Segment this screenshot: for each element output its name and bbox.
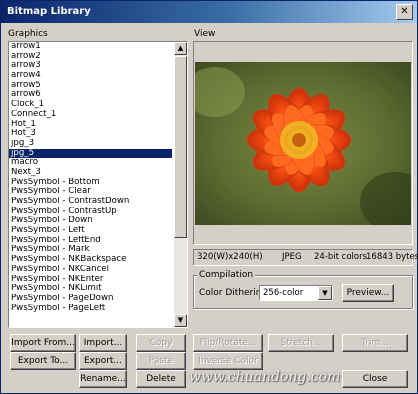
list-item[interactable]: PwsSymbol - PageLeft [9,304,172,314]
image-dimensions: 320(W)x240(H) [197,252,263,262]
list-item[interactable]: arrow6 [9,90,172,100]
graphics-list-items: arrow1 arrow2 arrow3 arrow4 arrow5 arrow6 Cloc… [9,42,172,313]
preview-button[interactable]: Preview... [342,284,394,302]
list-item[interactable]: arrow4 [9,71,172,81]
scroll-down-icon[interactable]: ▼ [174,314,187,327]
list-item[interactable]: PwsSymbol - Bottom [9,178,172,188]
dither-selected-value: 256-color [263,288,304,298]
image-color-depth: 24-bit colors [314,252,368,262]
trim-button[interactable]: Trim... [342,334,408,352]
list-item[interactable]: PwsSymbol - PageDown [9,294,172,304]
list-item[interactable]: Clock_1 [9,100,172,110]
color-dithering-dropdown[interactable]: 256-color ▼ [259,285,333,301]
list-item[interactable]: jpg_3 [9,139,172,149]
list-item[interactable]: Connect_1 [9,110,172,120]
list-item[interactable]: arrow2 [9,52,172,62]
scroll-up-icon[interactable]: ▲ [174,42,187,55]
graphics-list[interactable]: arrow1 arrow2 arrow3 arrow4 arrow5 arrow6 Cloc… [8,41,188,328]
list-item[interactable]: arrow1 [9,42,172,52]
list-item[interactable]: PwsSymbol - NKBackspace [9,255,172,265]
title-bar[interactable]: Bitmap Library ✕ [1,1,417,23]
list-item[interactable]: macro [9,158,172,168]
stretch-button[interactable]: Stretch... [268,334,334,352]
list-item[interactable]: PwsSymbol - Clear [9,187,172,197]
watermark-text: www.chuandong.com [189,369,341,385]
delete-button[interactable]: Delete [136,370,186,388]
list-item[interactable]: PwsSymbol - ContrastDown [9,197,172,207]
bitmap-preview [193,41,413,245]
export-button[interactable]: Export... [79,352,127,370]
flower-image [195,62,411,225]
close-button[interactable]: Close [342,370,408,388]
window-title: Bitmap Library [7,6,91,17]
list-item[interactable]: PwsSymbol - Mark [9,245,172,255]
vertical-scrollbar[interactable]: ▲ ▼ [174,42,187,327]
list-item[interactable]: Hot_1 [9,120,172,130]
chevron-down-icon[interactable]: ▼ [318,286,332,300]
list-item[interactable]: arrow5 [9,81,172,91]
image-info-bar: 320(W)x240(H) JPEG 24-bit colors 16843 b… [193,249,418,266]
copy-button[interactable]: Copy [136,334,186,352]
export-to-button[interactable]: Export To... [10,352,76,370]
list-item[interactable]: PwsSymbol - NKEnter [9,275,172,285]
import-from-button[interactable]: Import From... [10,334,76,352]
list-item[interactable]: Hot_3 [9,129,172,139]
rename-button[interactable]: Rename... [79,370,127,388]
list-item[interactable]: arrow3 [9,61,172,71]
list-item[interactable]: PwsSymbol - Down [9,216,172,226]
list-item[interactable]: jpg_5 [9,148,172,159]
scrollbar-thumb[interactable] [174,56,187,238]
list-item[interactable]: PwsSymbol - LeftEnd [9,236,172,246]
close-icon[interactable]: ✕ [396,4,413,20]
list-item[interactable]: PwsSymbol - ContrastUp [9,207,172,217]
graphics-label: Graphics [8,29,48,39]
flip-rotate-button[interactable]: Flip/Rotate... [193,334,263,352]
list-item[interactable]: Next_3 [9,168,172,178]
compilation-label: Compilation [197,270,256,280]
list-item[interactable]: PwsSymbol - NKCancel [9,265,172,275]
list-item[interactable]: PwsSymbol - NKLimit [9,284,172,294]
view-label: View [194,29,216,39]
paste-button[interactable]: Paste [136,352,186,370]
bitmap-library-dialog: Bitmap Library ✕ Graphics View arrow1 arr… [0,0,418,394]
image-size-bytes: 16843 bytes [366,252,418,262]
list-item[interactable]: PwsSymbol - Left [9,226,172,236]
inverse-color-button[interactable]: Inverse Color [193,352,263,370]
image-format: JPEG [282,252,302,262]
import-button[interactable]: Import... [79,334,127,352]
